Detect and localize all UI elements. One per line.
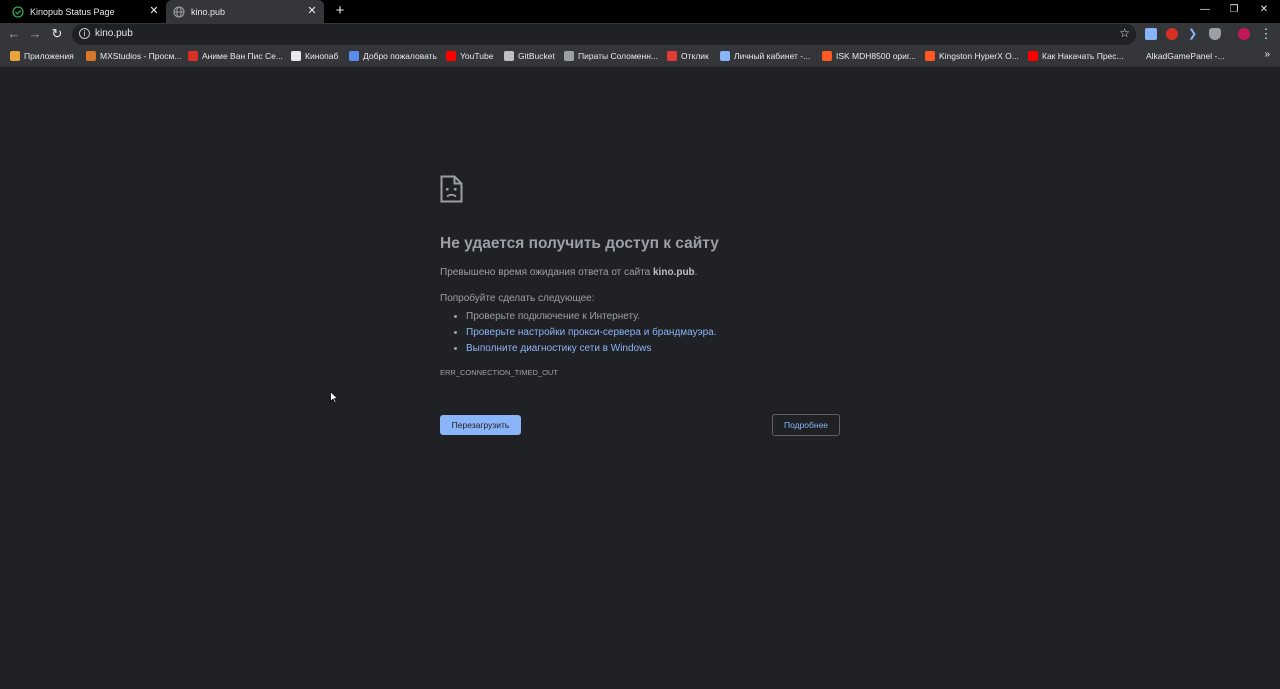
chat-icon [349, 51, 359, 61]
reload-icon[interactable]: ↻ [49, 26, 65, 42]
bookmark-item[interactable]: Личный кабинет -... [720, 46, 810, 66]
reload-button[interactable]: Перезагрузить [440, 415, 521, 435]
bookmark-item[interactable]: Пираты Соломенн... [564, 46, 658, 66]
bookmark-item[interactable]: YouTube [446, 46, 493, 66]
bookmark-item[interactable]: Как Накачать Прес... [1028, 46, 1124, 66]
kinopub-icon [291, 51, 301, 61]
youtube-icon [446, 51, 456, 61]
forward-icon[interactable]: → [27, 26, 43, 42]
close-tab-icon[interactable]: ✕ [148, 5, 160, 17]
proxy-settings-link[interactable]: Проверьте настройки прокси-сервера и бра… [466, 327, 717, 338]
adblock-icon[interactable] [1166, 28, 1178, 40]
youtube-icon [1028, 51, 1038, 61]
close-tab-icon[interactable]: ✕ [306, 5, 318, 17]
anime-icon [188, 51, 198, 61]
aliexpress-icon [822, 51, 832, 61]
tab-kino-pub[interactable]: kino.pub ✕ [166, 0, 324, 23]
bookmark-item[interactable]: ISK MDH8500 ориг... [822, 46, 916, 66]
shield-icon[interactable] [1209, 28, 1221, 40]
mxstudios-icon [86, 51, 96, 61]
bookmark-item[interactable]: Приложения [10, 46, 74, 66]
bookmark-item[interactable]: Kingston HyperX O... [925, 46, 1019, 66]
error-host: kino.pub [653, 267, 695, 278]
gitbucket-icon [504, 51, 514, 61]
tab-strip: Kinopub Status Page ✕ kino.pub ✕ + — ❐ ✕ [0, 0, 1280, 23]
arrow-extension-icon[interactable]: ❯ [1188, 28, 1200, 40]
close-window-icon[interactable]: ✕ [1256, 2, 1272, 18]
restore-icon[interactable]: ❐ [1226, 2, 1242, 18]
bookmark-item[interactable]: Добро пожаловать [349, 46, 437, 66]
bookmark-item[interactable]: Кинопаб [291, 46, 338, 66]
globe-icon [173, 5, 185, 18]
suggestions-list: Проверьте подключение к Интернету. Прове… [454, 309, 717, 357]
check-circle-icon [12, 5, 24, 18]
bookmark-item[interactable]: AlkadGamePanel -... [1146, 46, 1224, 66]
suggestion-item: Проверьте подключение к Интернету. [466, 309, 717, 325]
network-diagnostics-link[interactable]: Выполните диагностику сети в Windows [466, 343, 651, 354]
error-description: Превышено время ожидания ответа от сайта… [440, 267, 698, 278]
suggestion-item: Выполните диагностику сети в Windows [466, 341, 717, 357]
aliexpress-icon [925, 51, 935, 61]
suggestions-heading: Попробуйте сделать следующее: [440, 293, 595, 304]
tab-title: kino.pub [191, 6, 226, 17]
tab-kinopub-status[interactable]: Kinopub Status Page ✕ [0, 0, 166, 23]
bookmark-item[interactable]: Отклик [667, 46, 709, 66]
bookmark-item[interactable]: MXStudios - Просм... [86, 46, 181, 66]
url-text[interactable]: kino.pub [95, 28, 133, 39]
mouse-cursor-icon [330, 391, 338, 403]
back-icon[interactable]: ← [6, 26, 22, 42]
cabinet-icon [720, 51, 730, 61]
error-title: Не удается получить доступ к сайту [440, 235, 719, 252]
bookmark-item[interactable]: GitBucket [504, 46, 555, 66]
bookmark-star-icon[interactable]: ☆ [1119, 26, 1130, 40]
menu-icon[interactable]: ⋮ [1258, 26, 1274, 42]
minimize-icon[interactable]: — [1197, 2, 1213, 18]
pirates-icon [564, 51, 574, 61]
address-bar[interactable]: i kino.pub ☆ [72, 24, 1136, 45]
browser-toolbar: ← → ↻ i kino.pub ☆ ❯ ⋮ [0, 23, 1280, 46]
new-tab-button[interactable]: + [333, 3, 347, 19]
more-bookmarks-icon[interactable]: » [1264, 49, 1270, 60]
bookmark-item[interactable]: Аниме Ван Пис Се... [188, 46, 283, 66]
tab-title: Kinopub Status Page [30, 6, 115, 17]
apps-grid-icon [10, 51, 20, 61]
details-button[interactable]: Подробнее [772, 414, 840, 436]
sad-page-icon [440, 175, 463, 203]
avatar[interactable] [1238, 28, 1250, 40]
bookmarks-bar: Приложения MXStudios - Просм... Аниме Ва… [0, 46, 1280, 67]
info-icon[interactable]: i [79, 28, 90, 39]
otklik-icon [667, 51, 677, 61]
extension-icon[interactable] [1145, 28, 1157, 40]
suggestion-item: Проверьте настройки прокси-сервера и бра… [466, 325, 717, 341]
error-code: ERR_CONNECTION_TIMED_OUT [440, 368, 558, 377]
